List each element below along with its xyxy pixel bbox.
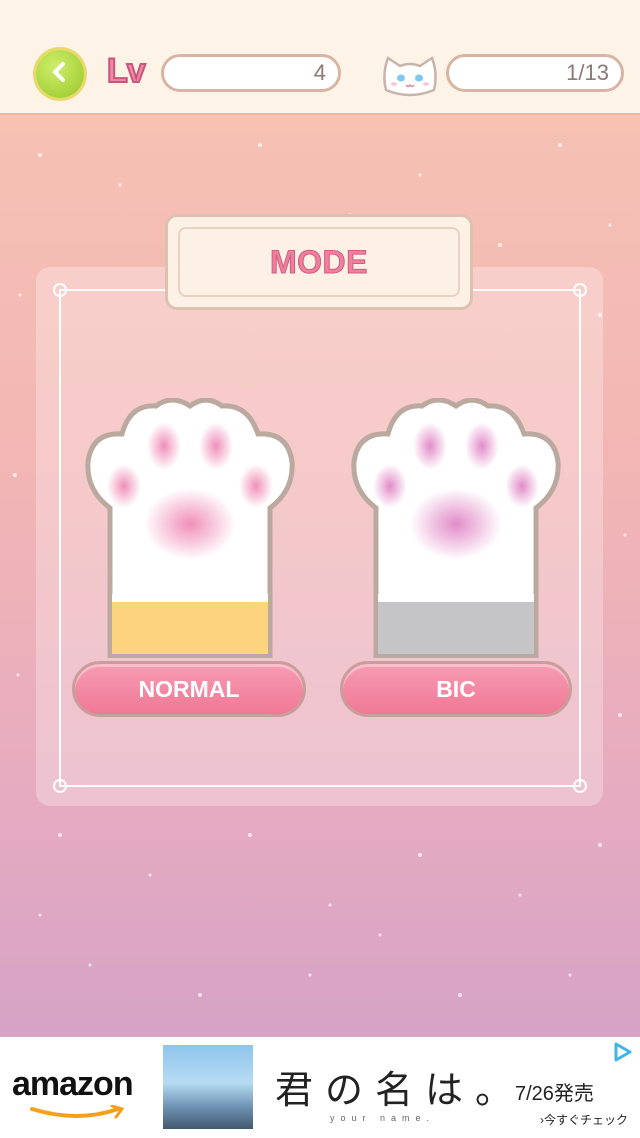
mode-title: MODE: [270, 243, 369, 280]
level-label: Lv: [106, 51, 147, 91]
level-bar: 4: [161, 54, 341, 92]
bic-mode-button[interactable]: BIC: [340, 661, 572, 717]
ad-poster-image: [163, 1045, 253, 1129]
ad-cta-link[interactable]: ›今すぐチェック: [540, 1111, 628, 1128]
ad-banner[interactable]: amazon 君の名は。 your name. 7/26発売 ›今すぐチェック: [0, 1037, 640, 1138]
cat-collection-bar: 1/13: [446, 54, 624, 92]
back-arrow-icon: [47, 59, 73, 90]
back-button[interactable]: [36, 50, 84, 98]
level-value: 4: [313, 60, 326, 85]
ad-subtitle: your name.: [330, 1113, 436, 1123]
paw-normal[interactable]: [80, 397, 300, 659]
cat-collection-value: 1/13: [566, 60, 609, 85]
amazon-smile-icon: [28, 1104, 128, 1126]
top-hud: Lv 4 1/13: [0, 0, 640, 115]
paw-bic[interactable]: [346, 397, 566, 659]
cat-face-icon: [378, 50, 442, 98]
ad-title: 君の名は。: [275, 1068, 526, 1112]
mode-title-banner: MODE: [165, 214, 473, 310]
amazon-logo-text: amazon: [12, 1065, 134, 1103]
ad-release-date: 7/26発売: [515, 1083, 594, 1105]
adchoices-icon[interactable]: [612, 1041, 634, 1068]
normal-mode-button[interactable]: NORMAL: [72, 661, 306, 717]
